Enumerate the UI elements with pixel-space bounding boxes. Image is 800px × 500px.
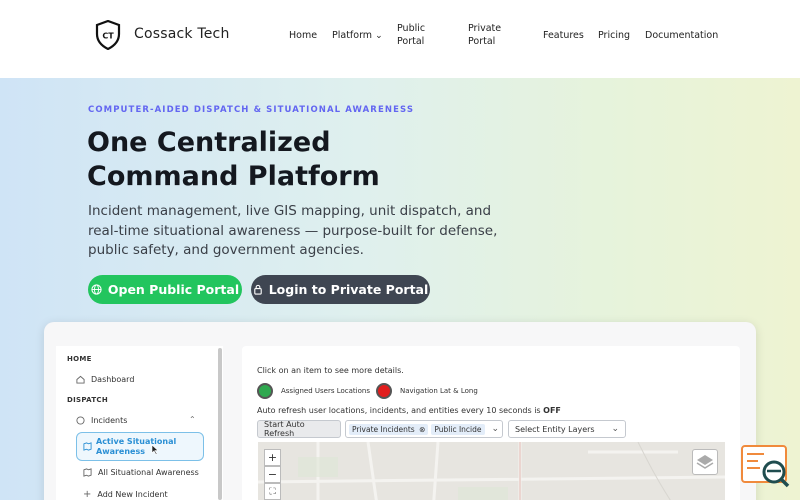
- hero-title-line-1: One Centralized: [87, 127, 331, 158]
- layers-toggle-button[interactable]: [692, 449, 718, 475]
- tag-private-incidents: Private Incidents ⊗: [349, 423, 429, 435]
- map-icon: [83, 442, 92, 451]
- remove-tag-icon[interactable]: ⊗: [419, 425, 425, 434]
- hero-subtitle: Incident management, live GIS mapping, u…: [88, 203, 498, 258]
- layers-icon: [696, 455, 714, 469]
- sidebar-scrollbar[interactable]: [218, 348, 222, 500]
- start-auto-refresh-button[interactable]: Start Auto Refresh: [257, 420, 341, 438]
- auto-refresh-status: Auto refresh user locations, incidents, …: [257, 406, 561, 415]
- nav-public-portal[interactable]: Public Portal: [397, 22, 437, 48]
- sidebar-item-add-new-incident[interactable]: + Add New Incident: [83, 489, 168, 500]
- globe-icon: [91, 284, 102, 295]
- nav-platform-label: Platform: [332, 30, 373, 41]
- hero-title-line-2: Command Platform: [87, 161, 380, 192]
- zoom-in-button[interactable]: +: [264, 449, 281, 466]
- brand-name[interactable]: Cossack Tech: [134, 26, 230, 42]
- sidebar-item-dashboard-label: Dashboard: [91, 375, 135, 384]
- instruction-text: Click on an item to see more details.: [257, 366, 404, 375]
- legend-green-dot: [257, 383, 273, 399]
- map-icon: [83, 468, 92, 477]
- home-icon: [76, 375, 85, 384]
- legend-red-dot: [376, 383, 392, 399]
- legend-green-label: Assigned Users Locations: [281, 387, 370, 395]
- auto-refresh-state: OFF: [543, 406, 561, 415]
- fullscreen-button[interactable]: ⛶: [264, 483, 281, 500]
- sidebar-item-all-situational-awareness[interactable]: All Situational Awareness: [83, 468, 199, 477]
- gis-map[interactable]: [258, 442, 725, 500]
- sidebar-item-dashboard[interactable]: Dashboard: [76, 375, 134, 384]
- incident-type-select[interactable]: Private Incidents ⊗ Public Incide ⌄: [345, 420, 503, 438]
- support-search-icon: [741, 445, 790, 488]
- chevron-down-icon: ⌄: [611, 424, 619, 434]
- nav-platform[interactable]: Platform ⌄: [332, 29, 383, 43]
- hero-eyebrow: COMPUTER-AIDED DISPATCH & SITUATIONAL AW…: [88, 105, 415, 115]
- entity-layers-select[interactable]: Select Entity Layers ⌄: [508, 420, 626, 438]
- chevron-down-icon: ⌄: [491, 424, 499, 434]
- lock-icon: [253, 284, 262, 295]
- sidebar-item-active-label: Active Situational Awareness: [96, 437, 177, 456]
- entity-layers-placeholder: Select Entity Layers: [515, 424, 595, 434]
- auto-refresh-text: Auto refresh user locations, incidents, …: [257, 406, 544, 415]
- top-navigation-bar: CT Cossack Tech Home Platform ⌄ Public Po…: [0, 0, 800, 78]
- zoom-out-button[interactable]: −: [264, 466, 281, 483]
- tag-private-label: Private Incidents: [352, 424, 415, 434]
- nav-features[interactable]: Features: [543, 29, 584, 42]
- nav-pricing[interactable]: Pricing: [598, 29, 630, 42]
- map-streets-icon: [258, 442, 725, 500]
- login-private-portal-button[interactable]: Login to Private Portal: [251, 275, 430, 304]
- sidebar-heading-home: HOME: [67, 355, 92, 363]
- open-public-portal-button[interactable]: Open Public Portal: [88, 275, 242, 304]
- help-widget-button[interactable]: [740, 444, 792, 492]
- sidebar-item-incidents-label: Incidents: [91, 416, 128, 425]
- sidebar-item-add-label: Add New Incident: [97, 490, 168, 499]
- legend-red-label: Navigation Lat & Long: [400, 387, 478, 395]
- svg-text:CT: CT: [102, 32, 114, 41]
- open-public-portal-label: Open Public Portal: [107, 282, 240, 297]
- chevron-down-icon: ⌄: [375, 31, 383, 41]
- sidebar-item-all-label: All Situational Awareness: [98, 468, 199, 477]
- plus-icon: +: [83, 489, 92, 500]
- shield-logo-icon[interactable]: CT: [95, 20, 121, 50]
- tag-public-incidents: Public Incide: [431, 423, 485, 435]
- sidebar-heading-dispatch: DISPATCH: [67, 396, 108, 404]
- nav-documentation[interactable]: Documentation: [645, 29, 718, 42]
- nav-private-portal[interactable]: Private Portal: [468, 22, 508, 48]
- mouse-cursor-icon: [151, 444, 159, 455]
- circle-icon: [76, 416, 85, 425]
- chevron-up-icon[interactable]: ⌃: [189, 415, 196, 424]
- login-private-portal-label: Login to Private Portal: [268, 282, 429, 297]
- sidebar-item-incidents[interactable]: Incidents: [76, 416, 127, 425]
- hero-title: One Centralized Command Platform: [87, 126, 507, 194]
- nav-home[interactable]: Home: [289, 29, 317, 42]
